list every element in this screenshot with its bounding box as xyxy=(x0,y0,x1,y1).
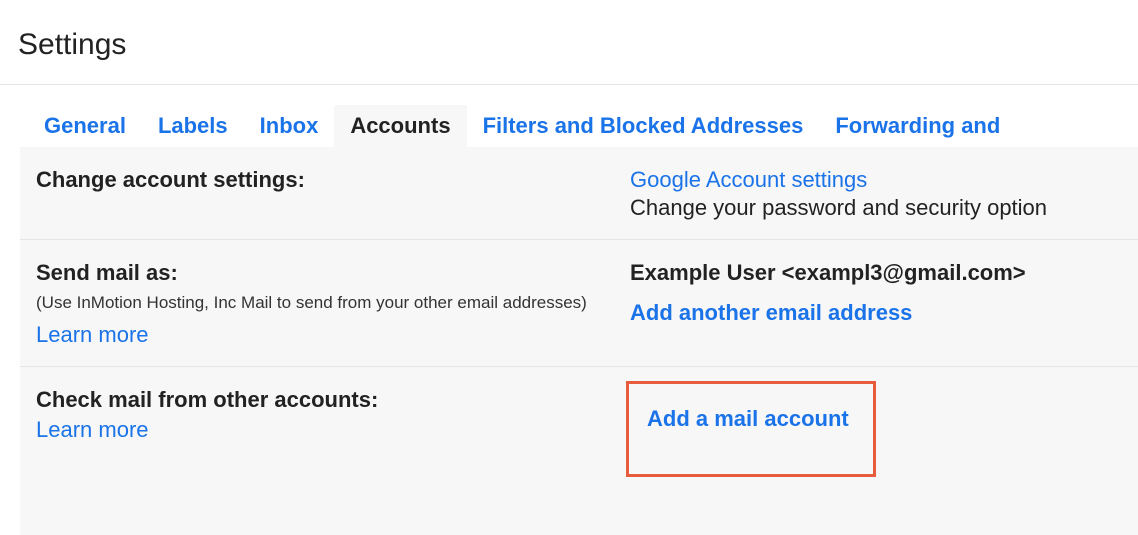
section-right: Example User <exampl3@gmail.com> Add ano… xyxy=(630,260,1138,348)
tab-filters[interactable]: Filters and Blocked Addresses xyxy=(467,105,820,147)
change-account-desc: Change your password and security option xyxy=(630,195,1128,221)
section-right: Add a mail account xyxy=(630,387,1138,477)
add-another-email-link[interactable]: Add another email address xyxy=(630,300,912,325)
section-send-mail-as: Send mail as: (Use InMotion Hosting, Inc… xyxy=(20,240,1138,367)
section-left: Send mail as: (Use InMotion Hosting, Inc… xyxy=(20,260,630,348)
section-left: Change account settings: xyxy=(20,167,630,221)
page-title: Settings xyxy=(0,0,1138,84)
section-change-account: Change account settings: Google Account … xyxy=(20,147,1138,240)
tab-accounts[interactable]: Accounts xyxy=(334,105,466,147)
section-right: Google Account settings Change your pass… xyxy=(630,167,1138,221)
tab-labels[interactable]: Labels xyxy=(142,105,244,147)
add-mail-account-link[interactable]: Add a mail account xyxy=(647,406,849,431)
settings-tabs: General Labels Inbox Accounts Filters an… xyxy=(0,85,1138,147)
check-mail-learn-more-link[interactable]: Learn more xyxy=(36,417,149,443)
change-account-label: Change account settings: xyxy=(36,167,610,193)
check-mail-label: Check mail from other accounts: xyxy=(36,387,610,413)
send-mail-as-label: Send mail as: xyxy=(36,260,610,286)
section-check-mail: Check mail from other accounts: Learn mo… xyxy=(20,367,1138,495)
settings-content: Change account settings: Google Account … xyxy=(20,147,1138,535)
google-account-settings-link[interactable]: Google Account settings xyxy=(630,167,867,193)
tab-general[interactable]: General xyxy=(28,105,142,147)
send-mail-as-identity: Example User <exampl3@gmail.com> xyxy=(630,260,1128,286)
highlight-box: Add a mail account xyxy=(626,381,876,477)
send-mail-as-hint: (Use InMotion Hosting, Inc Mail to send … xyxy=(36,290,610,316)
send-mail-as-learn-more-link[interactable]: Learn more xyxy=(36,322,149,348)
tab-forwarding[interactable]: Forwarding and xyxy=(819,105,1016,147)
tab-inbox[interactable]: Inbox xyxy=(244,105,335,147)
section-left: Check mail from other accounts: Learn mo… xyxy=(20,387,630,477)
